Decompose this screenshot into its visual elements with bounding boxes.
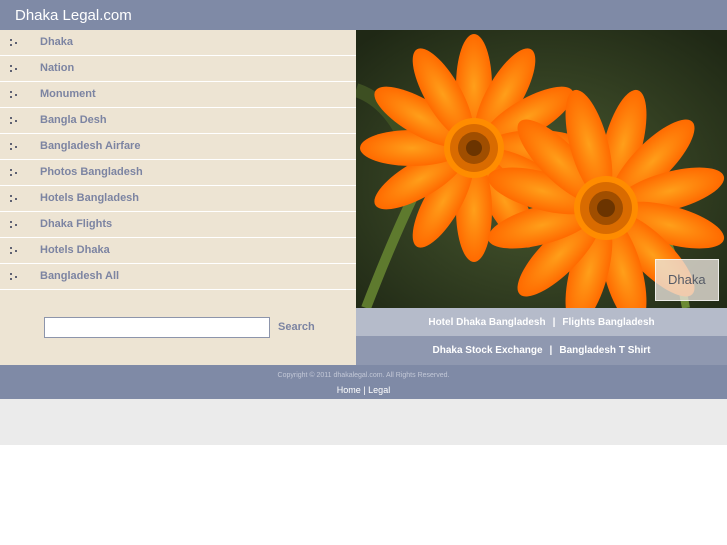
nav-item-dhaka-flights[interactable]: Dhaka Flights [0,212,356,238]
bullet-icon [10,169,19,177]
link-hotel-dhaka-bangladesh[interactable]: Hotel Dhaka Bangladesh [428,317,545,328]
nav-label[interactable]: Dhaka [40,36,73,48]
nav-label[interactable]: Hotels Dhaka [40,244,110,256]
site-title[interactable]: Dhaka Legal.com [15,7,132,24]
nav-item-hotels-dhaka[interactable]: Hotels Dhaka [0,238,356,264]
nav-label[interactable]: Photos Bangladesh [40,166,143,178]
photo-caption: Dhaka [668,272,706,287]
bullet-icon [10,247,19,255]
nav-item-monument[interactable]: Monument [0,82,356,108]
nav-item-bangla-desh[interactable]: Bangla Desh [0,108,356,134]
nav-label[interactable]: Monument [40,88,96,100]
footer-link-separator: | [363,385,366,395]
caption-box: Dhaka [655,259,719,301]
bottom-band [0,399,727,445]
bullet-icon [10,273,19,281]
nav-item-bangladesh-airfare[interactable]: Bangladesh Airfare [0,134,356,160]
link-separator: | [552,317,556,328]
nav-item-hotels-bangladesh[interactable]: Hotels Bangladesh [0,186,356,212]
flower-photo: Dhaka [356,30,727,308]
nav-label[interactable]: Bangladesh Airfare [40,140,140,152]
bullet-icon [10,39,19,47]
links-row-2: Dhaka Stock Exchange | Bangladesh T Shirt [356,336,727,365]
bullet-icon [10,65,19,73]
nav-label[interactable]: Hotels Bangladesh [40,192,139,204]
link-dhaka-stock-exchange[interactable]: Dhaka Stock Exchange [433,345,543,356]
footer-link-legal[interactable]: Legal [368,385,390,395]
search-button[interactable]: Search [278,321,315,333]
footer-links: Home | Legal [0,385,727,395]
nav-item-nation[interactable]: Nation [0,56,356,82]
nav-label[interactable]: Nation [40,62,74,74]
bullet-icon [10,117,19,125]
nav-label[interactable]: Bangla Desh [40,114,107,126]
nav-item-dhaka[interactable]: Dhaka [0,30,356,56]
link-bangladesh-t-shirt[interactable]: Bangladesh T Shirt [559,345,650,356]
footer-link-home[interactable]: Home [337,385,361,395]
nav-item-photos-bangladesh[interactable]: Photos Bangladesh [0,160,356,186]
copyright-text: Copyright © 2011 dhakalegal.com. All Rig… [277,372,450,379]
left-panel: Dhaka Nation Monument Bangla Desh Bangla… [0,30,356,365]
links-row-1: Hotel Dhaka Bangladesh | Flights Banglades… [356,308,727,336]
nav-label[interactable]: Dhaka Flights [40,218,112,230]
bullet-icon [10,221,19,229]
nav-item-bangladesh-all[interactable]: Bangladesh All [0,264,356,290]
link-separator: | [549,345,553,356]
bullet-icon [10,143,19,151]
site-footer: Copyright © 2011 dhakalegal.com. All Rig… [0,365,727,399]
site-header: Dhaka Legal.com [0,0,727,30]
link-flights-bangladesh[interactable]: Flights Bangladesh [562,317,654,328]
search-input[interactable] [44,317,270,338]
bullet-icon [10,91,19,99]
bullet-icon [10,195,19,203]
nav-label[interactable]: Bangladesh All [40,270,119,282]
